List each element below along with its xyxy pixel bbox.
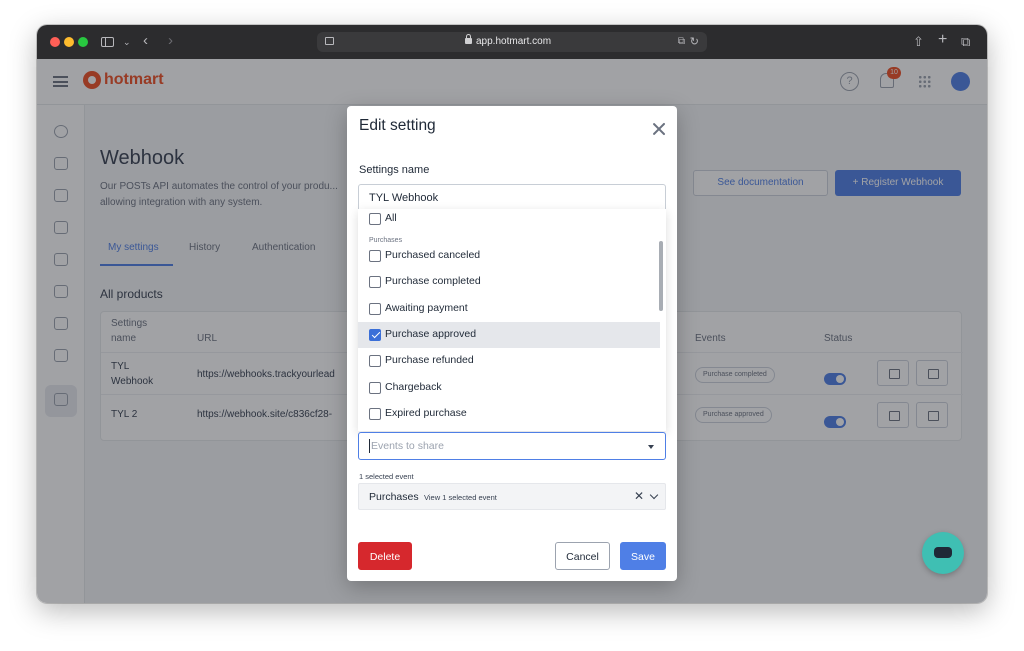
checkbox-checked[interactable]: [369, 328, 381, 341]
page: hotmart ? 10 Webhook Our POSTs API autom…: [37, 59, 987, 603]
option-label: Expired purchase: [385, 406, 467, 419]
checkbox[interactable]: [369, 250, 381, 262]
event-option[interactable]: Purchased canceled: [358, 243, 660, 269]
option-all[interactable]: All: [358, 209, 660, 232]
event-option[interactable]: Purchase approved: [358, 321, 660, 348]
edit-setting-modal: Edit setting Settings name All Purchases…: [347, 106, 677, 581]
settings-name-input[interactable]: [358, 184, 666, 212]
checkbox[interactable]: [369, 276, 381, 289]
back-arrow-icon[interactable]: ‹: [143, 31, 148, 51]
events-dropdown-list: All Purchases Purchased canceled Purchase…: [358, 209, 666, 431]
sidebar-toggle-icon[interactable]: [101, 37, 114, 47]
checkbox[interactable]: [369, 213, 381, 225]
checkbox[interactable]: [369, 302, 381, 315]
group-name: Purchases: [369, 491, 419, 503]
event-option[interactable]: Purchase completed: [358, 269, 660, 295]
option-label: Purchase completed: [385, 275, 481, 288]
option-label: Purchased canceled: [385, 249, 481, 261]
option-label: All: [385, 212, 397, 224]
checkbox[interactable]: [369, 381, 381, 394]
close-window-button[interactable]: [50, 37, 60, 47]
lock-icon: [465, 34, 472, 44]
event-option[interactable]: Purchase refunded: [358, 348, 660, 374]
chat-button[interactable]: [922, 532, 964, 574]
zoom-window-button[interactable]: [78, 37, 88, 47]
forward-arrow-icon[interactable]: ›: [168, 31, 173, 51]
browser-titlebar: ⌄ ‹ › app.hotmart.com ⧉ ↻ ⇧ + ⧉: [37, 25, 987, 59]
settings-name-label: Settings name: [359, 164, 430, 176]
selected-events-group[interactable]: Purchases View 1 selected event ✕: [358, 483, 666, 510]
dropdown-scrollbar-thumb[interactable]: [659, 241, 663, 311]
view-selected-link[interactable]: View 1 selected event: [424, 493, 497, 502]
selected-count: 1 selected event: [359, 472, 414, 481]
address-bar[interactable]: app.hotmart.com ⧉ ↻: [317, 32, 707, 52]
text-caret: [369, 439, 370, 453]
save-button[interactable]: Save: [620, 542, 666, 570]
translate-icon[interactable]: ⧉: [678, 32, 685, 52]
browser-window: ⌄ ‹ › app.hotmart.com ⧉ ↻ ⇧ + ⧉ hotmart …: [37, 25, 987, 603]
event-option[interactable]: Chargeback: [358, 375, 660, 401]
close-icon[interactable]: [652, 122, 666, 136]
new-tab-icon[interactable]: +: [938, 30, 947, 50]
checkbox[interactable]: [369, 407, 381, 420]
option-label: Awaiting payment: [385, 301, 468, 314]
event-option[interactable]: Awaiting payment: [358, 296, 660, 322]
option-label: Purchase approved: [385, 327, 477, 340]
option-label: Chargeback: [385, 380, 442, 393]
event-option[interactable]: Expired purchase: [358, 401, 660, 427]
dropdown-arrow-icon[interactable]: [648, 445, 654, 449]
minimize-window-button[interactable]: [64, 37, 74, 47]
cancel-button[interactable]: Cancel: [555, 542, 610, 570]
events-placeholder: Events to share: [371, 440, 444, 452]
modal-title: Edit setting: [359, 117, 436, 134]
page-menu-icon[interactable]: [325, 37, 334, 45]
share-icon[interactable]: ⇧: [913, 32, 924, 52]
events-select[interactable]: Events to share: [358, 432, 666, 460]
tab-overview-icon[interactable]: ⧉: [961, 32, 970, 52]
chevron-down-icon[interactable]: ⌄: [123, 32, 131, 52]
url-text: app.hotmart.com: [476, 36, 552, 47]
chevron-down-icon[interactable]: [649, 490, 659, 500]
reload-icon[interactable]: ↻: [690, 32, 699, 52]
option-label: Purchase refunded: [385, 354, 474, 367]
remove-icon[interactable]: ✕: [634, 489, 644, 503]
delete-button[interactable]: Delete: [358, 542, 412, 570]
checkbox[interactable]: [369, 355, 381, 368]
